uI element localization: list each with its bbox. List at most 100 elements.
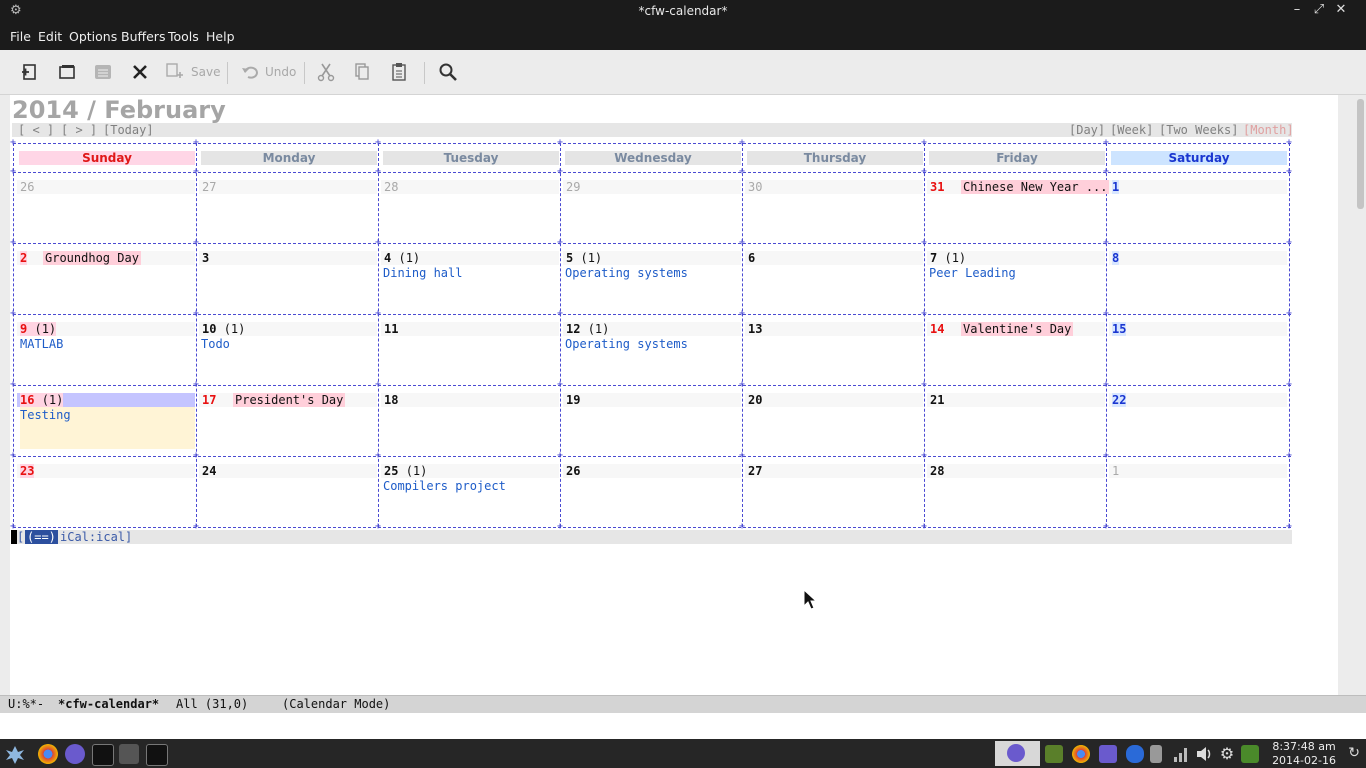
day-number[interactable]: 9 (1)	[20, 322, 57, 336]
mixer-icon[interactable]	[119, 744, 139, 764]
day-number[interactable]: 29	[566, 180, 580, 194]
day-number[interactable]: 11	[384, 322, 398, 336]
day-number[interactable]: 28	[930, 464, 944, 478]
month-view-button[interactable]: [Month]	[1243, 123, 1294, 137]
battery-icon[interactable]	[1150, 745, 1162, 763]
close-buffer-icon[interactable]	[131, 61, 149, 83]
save-button[interactable]: Save	[165, 61, 220, 83]
day-number[interactable]: 6	[748, 251, 755, 265]
terminal-icon[interactable]	[146, 744, 168, 766]
source-name[interactable]: iCal:ical	[60, 530, 125, 544]
day-number[interactable]: 10 (1)	[202, 322, 245, 336]
day-number[interactable]: 30	[748, 180, 762, 194]
new-file-icon[interactable]	[20, 61, 40, 83]
undo-button[interactable]: Undo	[241, 61, 296, 83]
day-number[interactable]: 12 (1)	[566, 322, 609, 336]
bluetooth-icon[interactable]	[1126, 745, 1144, 763]
day-number[interactable]: 8	[1112, 251, 1120, 265]
copy-icon[interactable]	[353, 61, 371, 83]
day-number[interactable]: 27	[202, 180, 216, 194]
grid-corner: +	[921, 166, 928, 177]
grid-line	[13, 385, 1291, 386]
event-title[interactable]: Peer Leading	[929, 266, 1016, 280]
day-number[interactable]: 28	[384, 180, 398, 194]
refresh-icon[interactable]: ↻	[1348, 745, 1360, 761]
holiday-label[interactable]: Valentine's Day	[961, 322, 1074, 336]
day-number[interactable]: 26	[566, 464, 580, 478]
scrollbar-thumb[interactable]	[1357, 99, 1364, 209]
day-number[interactable]: 13	[748, 322, 762, 336]
modeline-mode[interactable]: (Calendar Mode)	[282, 697, 390, 711]
day-number[interactable]: 18	[384, 393, 398, 407]
menu-buffers[interactable]: Buffers	[121, 29, 165, 44]
prev-month-button[interactable]: [ < ]	[18, 123, 54, 137]
menu-options[interactable]: Options	[69, 29, 117, 44]
event-title[interactable]: Dining hall	[383, 266, 462, 280]
holiday-label[interactable]: President's Day	[233, 393, 346, 407]
clock[interactable]: 8:37:48 am 2014-02-16	[1272, 740, 1336, 768]
active-window-indicator[interactable]	[995, 741, 1040, 766]
day-number[interactable]: 14	[930, 322, 944, 336]
day-number[interactable]: 21	[930, 393, 944, 407]
open-directory-icon[interactable]	[57, 61, 77, 83]
settings-gear-icon[interactable]: ⚙	[1218, 745, 1236, 763]
network-signal-icon[interactable]	[1172, 745, 1190, 763]
today-button[interactable]: [Today]	[103, 123, 154, 137]
day-number[interactable]: 5 (1)	[566, 251, 602, 265]
holiday-label[interactable]: Groundhog Day	[43, 251, 141, 265]
chrome-icon[interactable]	[38, 744, 58, 764]
tray-chrome-icon[interactable]	[1072, 745, 1090, 763]
day-number[interactable]: 23	[20, 464, 35, 478]
menu-file[interactable]: File	[10, 29, 31, 44]
menu-tools[interactable]: Tools	[168, 29, 199, 44]
close-window-icon[interactable]: ✕	[1332, 2, 1350, 17]
minimize-icon[interactable]: –	[1288, 2, 1306, 17]
next-month-button[interactable]: [ > ]	[61, 123, 97, 137]
event-title[interactable]: Compilers project	[383, 479, 506, 493]
modeline-buffer-name[interactable]: *cfw-calendar*	[58, 697, 159, 711]
terminal-icon[interactable]	[92, 744, 114, 766]
tray-emacs-icon[interactable]	[1099, 745, 1117, 763]
cut-icon[interactable]	[317, 61, 335, 83]
volume-icon[interactable]	[1195, 745, 1213, 763]
source-tag[interactable]: (==)	[25, 530, 58, 544]
day-number[interactable]: 20	[748, 393, 762, 407]
menu-help[interactable]: Help	[206, 29, 235, 44]
day-number[interactable]: 15	[1112, 322, 1127, 336]
day-number[interactable]: 16 (1)	[20, 393, 64, 407]
day-number[interactable]: 19	[566, 393, 580, 407]
power-manager-icon[interactable]	[1241, 745, 1259, 763]
day-number[interactable]: 27	[748, 464, 762, 478]
day-number[interactable]: 17	[202, 393, 216, 407]
day-number[interactable]: 4 (1)	[384, 251, 420, 265]
search-icon[interactable]	[438, 61, 458, 83]
day-number[interactable]: 31	[930, 180, 944, 194]
day-number[interactable]: 26	[20, 180, 34, 194]
emacs-icon[interactable]	[65, 744, 85, 764]
day-number[interactable]: 7 (1)	[930, 251, 966, 265]
day-number[interactable]: 22	[1112, 393, 1127, 407]
day-number[interactable]: 3	[202, 251, 209, 265]
minibuffer[interactable]	[0, 713, 1366, 739]
day-number[interactable]: 1	[1112, 464, 1119, 478]
event-title[interactable]: MATLAB	[20, 337, 63, 351]
week-view-button[interactable]: [Week]	[1110, 123, 1153, 137]
app-launcher-icon[interactable]	[4, 744, 26, 764]
event-title[interactable]: Todo	[201, 337, 230, 351]
day-number[interactable]: 24	[202, 464, 216, 478]
event-title[interactable]: Testing	[20, 408, 71, 422]
tray-app-icon[interactable]	[1045, 745, 1063, 763]
event-title[interactable]: Operating systems	[565, 337, 688, 351]
day-number[interactable]: 2	[20, 251, 28, 265]
day-view-button[interactable]: [Day]	[1069, 123, 1105, 137]
maximize-icon[interactable]: ⤢	[1310, 2, 1328, 17]
vertical-scrollbar[interactable]	[1338, 95, 1366, 695]
event-title[interactable]: Operating systems	[565, 266, 688, 280]
two-weeks-view-button[interactable]: [Two Weeks]	[1159, 123, 1238, 137]
save-icon-disabled[interactable]	[93, 61, 113, 83]
day-number[interactable]: 1	[1112, 180, 1120, 194]
day-number[interactable]: 25 (1)	[384, 464, 427, 478]
menu-edit[interactable]: Edit	[38, 29, 62, 44]
paste-icon[interactable]	[390, 61, 408, 83]
holiday-label[interactable]: Chinese New Year ...	[961, 180, 1110, 194]
